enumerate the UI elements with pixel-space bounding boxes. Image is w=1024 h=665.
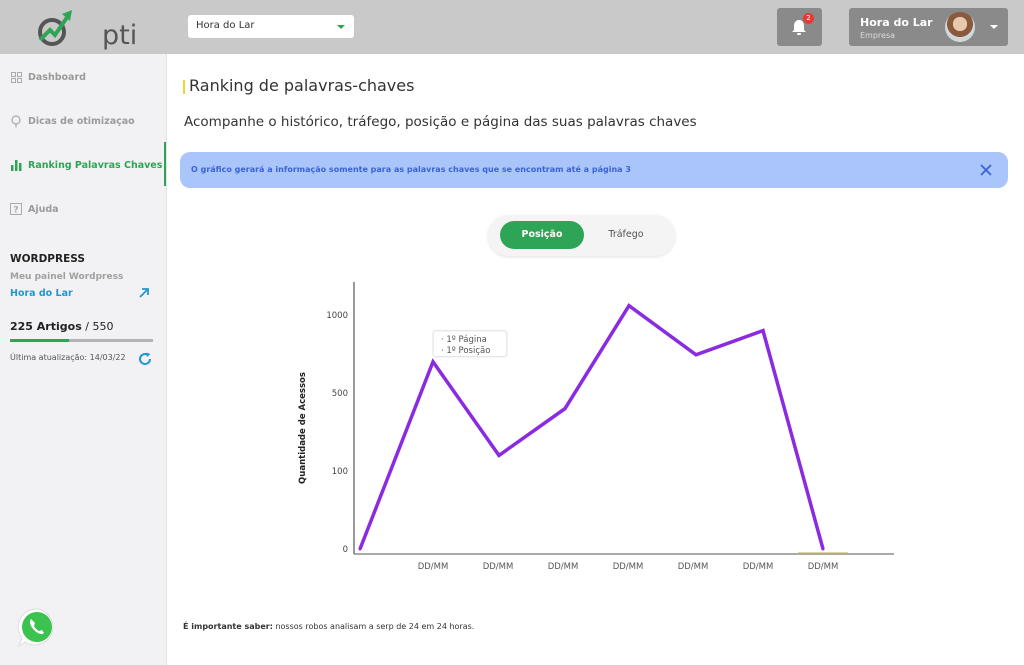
- chevron-down-icon: [337, 25, 345, 29]
- user-name: Hora do Lar: [860, 16, 933, 29]
- data-point[interactable]: [627, 304, 631, 308]
- y-tick-label: 1000: [326, 311, 348, 321]
- x-tick-label: DD/MM: [613, 562, 644, 572]
- title-accent-bar: [183, 80, 185, 94]
- chart-tooltip: · 1º Página · 1º Posição: [432, 330, 508, 358]
- info-alert: O gráfico gerará a informação somente pa…: [180, 152, 1008, 188]
- x-tick-label: DD/MM: [678, 562, 709, 572]
- logo-text: pti: [102, 20, 138, 51]
- user-menu[interactable]: Hora do Lar Empresa: [849, 8, 1008, 46]
- refresh-icon[interactable]: [138, 352, 152, 366]
- last-update: Última atualização: 14/03/22: [10, 353, 126, 362]
- page-title: Ranking de palavras-chaves: [189, 76, 415, 95]
- active-indicator: [164, 142, 166, 186]
- avatar: [945, 12, 975, 42]
- close-icon[interactable]: [980, 164, 992, 176]
- articles-progress-bar: [10, 339, 153, 342]
- company-select-value: Hora do Lar: [196, 20, 255, 31]
- logo-mark-icon: [38, 10, 72, 46]
- x-tick-label: DD/MM: [483, 562, 514, 572]
- opti-logo[interactable]: pti: [36, 6, 137, 51]
- sidebar-item-label: Dashboard: [28, 71, 86, 83]
- sidebar-item-label: Dicas de otimizaçao: [28, 115, 135, 127]
- svg-text:?: ?: [13, 206, 18, 216]
- metric-toggle: Posição Tráfego: [488, 215, 675, 256]
- tab-trafego[interactable]: Tráfego: [584, 221, 668, 249]
- tooltip-line: · 1º Posição: [441, 346, 490, 356]
- company-select[interactable]: Hora do Lar: [188, 15, 354, 38]
- y-axis-label: Quantidade de Acessos: [298, 372, 308, 484]
- help-icon: ?: [10, 203, 22, 215]
- wordpress-subtitle: Meu painel Wordpress: [10, 272, 124, 282]
- data-point[interactable]: [497, 453, 501, 457]
- sidebar-item-dashboard[interactable]: Dashboard: [10, 67, 165, 87]
- notification-badge: 2: [803, 13, 814, 24]
- articles-done: 225 Artigos: [10, 320, 82, 333]
- whatsapp-icon[interactable]: [15, 606, 59, 650]
- series-line-acessos: [358, 303, 825, 550]
- y-tick-label: 500: [332, 389, 348, 399]
- bar-chart-icon: [10, 159, 22, 171]
- user-role: Empresa: [860, 31, 896, 40]
- data-point[interactable]: [761, 329, 765, 333]
- x-tick-label: DD/MM: [548, 562, 579, 572]
- notifications-button[interactable]: 2: [777, 8, 822, 46]
- dashboard-icon: [10, 71, 22, 83]
- data-point[interactable]: [431, 360, 435, 364]
- tooltip-line: · 1º Página: [441, 335, 487, 345]
- lightbulb-icon: [10, 114, 22, 127]
- y-tick-label: 0: [343, 545, 348, 555]
- tab-posicao[interactable]: Posição: [500, 221, 584, 249]
- sidebar: Dashboard Dicas de otimizaçao Ranking Pa…: [0, 54, 167, 665]
- alert-text: O gráfico gerará a informação somente pa…: [191, 165, 631, 174]
- footnote-bold: É importante saber:: [183, 622, 273, 631]
- sidebar-item-dicas[interactable]: Dicas de otimizaçao: [10, 111, 165, 131]
- data-point[interactable]: [563, 407, 567, 411]
- ranking-line-chart: Quantidade de Acessos 0 100 500 1000 DD/MM D…: [298, 282, 894, 572]
- sidebar-item-label: Ajuda: [28, 203, 59, 215]
- footnote: É importante saber: nossos robos analisa…: [183, 622, 474, 631]
- sidebar-item-label: Ranking Palavras Chaves: [28, 159, 163, 171]
- sidebar-item-ajuda[interactable]: ? Ajuda: [10, 199, 165, 219]
- top-bar: pti Hora do Lar 2 Hora do Lar Empresa: [0, 0, 1024, 54]
- data-point[interactable]: [358, 547, 362, 551]
- footnote-text: nossos robos analisam a serp de 24 em 24…: [272, 622, 475, 631]
- data-point[interactable]: [821, 547, 825, 551]
- data-point[interactable]: [694, 353, 698, 357]
- external-link-icon[interactable]: [138, 287, 150, 299]
- sidebar-item-ranking[interactable]: Ranking Palavras Chaves: [10, 155, 165, 175]
- x-tick-label: DD/MM: [418, 562, 449, 572]
- x-tick-label: DD/MM: [808, 562, 839, 572]
- page-subtitle: Acompanhe o histórico, tráfego, posição …: [184, 114, 697, 130]
- wordpress-site-link[interactable]: Hora do Lar: [10, 288, 73, 299]
- articles-count: 225 Artigos / 550: [10, 320, 113, 333]
- y-tick-label: 100: [332, 467, 348, 477]
- articles-total: / 550: [81, 320, 114, 333]
- chevron-down-icon: [990, 25, 998, 29]
- articles-progress-fill: [10, 339, 69, 342]
- x-tick-label: DD/MM: [743, 562, 774, 572]
- wordpress-title: WORDPRESS: [10, 253, 85, 265]
